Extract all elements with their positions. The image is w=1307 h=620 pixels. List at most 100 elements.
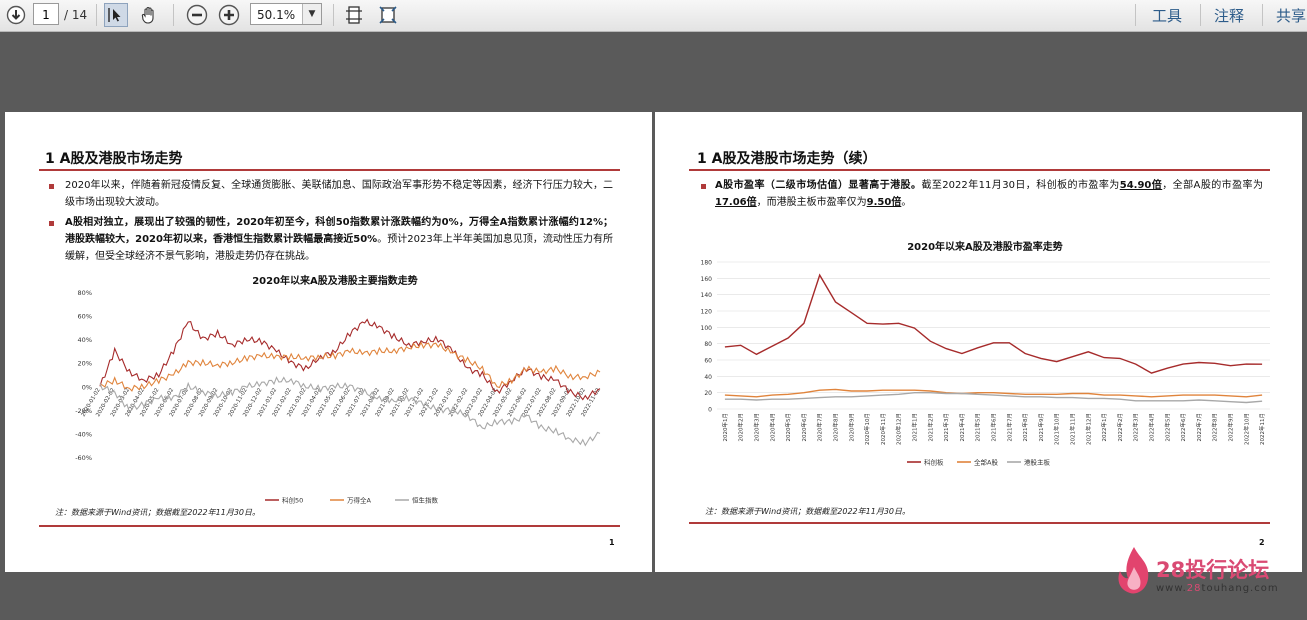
y-tick-label: 40 <box>704 374 712 381</box>
paragraph-text: 截至2022年11月30日，科创板的市盈率为 <box>921 180 1120 191</box>
chart-title: 2020年以来A股及港股市盈率走势 <box>907 242 1063 253</box>
url-part: www. <box>1156 583 1187 594</box>
page-number-input[interactable]: 1 <box>33 3 59 25</box>
x-tick-label: 2020年3月 <box>753 413 761 442</box>
zoom-out-icon[interactable] <box>185 3 209 27</box>
legend-label: 恒生指数 <box>412 496 439 505</box>
x-tick-label: 2021年6月 <box>990 413 998 442</box>
source-note: 注：数据来源于Wind资讯；数据截至2022年11月30日。 <box>705 507 910 516</box>
pdf-page-1: 1 A股及港股市场走势 2020年以来，伴随着新冠疫情反复、全球通货膨胀、美联储… <box>5 112 652 572</box>
y-tick-label: 80 <box>704 341 712 348</box>
x-tick-label: 2021年1月 <box>911 413 919 442</box>
url-part: touhang.com <box>1201 583 1279 594</box>
forum-watermark: 28投行论坛 www.28touhang.com <box>1112 545 1307 615</box>
brand-url: www.28touhang.com <box>1156 583 1279 594</box>
paragraph-lead: A股市盈率（二级市场估值）显著高于港股。 <box>715 180 922 191</box>
x-tick-label: 2022年2月 <box>1116 413 1124 442</box>
zoom-select[interactable]: 50.1% ▼ <box>250 3 322 25</box>
x-tick-label: 2020年4月 <box>768 413 776 442</box>
paragraph-text: ，全部A股的市盈率为 <box>1162 180 1263 191</box>
chart-title: 2020年以来A股及港股主要指数走势 <box>252 276 418 287</box>
x-tick-label: 2021年12月 <box>1084 413 1092 445</box>
x-tick-label: 2022年3月 <box>1132 413 1140 442</box>
y-tick-label: 60% <box>78 313 92 321</box>
toolbar-divider <box>1200 4 1201 26</box>
x-tick-label: 2021年4月 <box>958 413 966 442</box>
paragraph-text: ，而港股主板市盈率仅为 <box>756 197 867 208</box>
x-tick-label: 2022年9月 <box>1227 413 1235 442</box>
bullet-marker <box>49 184 54 189</box>
x-tick-label: 2020年11月 <box>879 413 887 445</box>
legend-label: 万得全A <box>347 496 372 505</box>
x-tick-label: 2021年8月 <box>1021 413 1029 442</box>
x-tick-label: 2020年1月 <box>721 413 729 442</box>
pdf-page-2: 1 A股及港股市场走势（续） A股市盈率（二级市场估值）显著高于港股。截至202… <box>655 112 1302 572</box>
pe-star-market: 54.90倍 <box>1119 180 1163 191</box>
series-line-2 <box>724 391 1263 404</box>
next-page-icon[interactable] <box>4 3 28 27</box>
fit-page-icon[interactable] <box>342 3 366 27</box>
x-tick-label: 2021年2月 <box>926 413 934 442</box>
x-tick-label: 2020年5月 <box>784 413 792 442</box>
footer-divider <box>689 522 1270 524</box>
title-divider <box>39 169 620 171</box>
legend-label: 科创板 <box>924 458 944 467</box>
y-tick-label: -40% <box>75 430 92 438</box>
x-tick-label: 2021年5月 <box>974 413 982 442</box>
page-number: 1 <box>609 538 615 547</box>
legend-label: 全部A股 <box>974 458 998 467</box>
paragraph-2-lead: A股相对独立，展现出了较强的韧性， <box>65 217 237 228</box>
zoom-value: 50.1% <box>257 8 296 22</box>
pe-ratio-chart: 0 20 40 60 80 100 120 140 160 180 2020年1月 2020年2月 20… <box>701 260 1270 467</box>
legend-label: 科创50 <box>282 496 303 505</box>
toolbar-divider <box>333 4 334 26</box>
x-tick-label: 2022年5月 <box>1163 413 1171 442</box>
y-tick-label: 100 <box>701 325 713 332</box>
legend-label: 港股主板 <box>1024 458 1051 467</box>
index-performance-chart: 80%60%40%20%0%-20%-40%-60%2020-01-022020… <box>75 289 602 505</box>
x-tick-label: 2020年9月 <box>847 413 855 442</box>
x-tick-label: 2022年8月 <box>1211 413 1219 442</box>
x-tick-label: 2020年10月 <box>863 413 871 445</box>
pe-hk-main-board: 9.50倍 <box>866 197 902 208</box>
bullet-marker <box>49 221 54 226</box>
y-tick-label: 0% <box>82 383 92 391</box>
x-tick-label: 2022年4月 <box>1148 413 1156 442</box>
y-tick-label: 120 <box>701 309 713 316</box>
x-tick-label: 2021年11月 <box>1069 413 1077 445</box>
x-tick-label: 2020年7月 <box>816 413 824 442</box>
x-tick-label: 2021年3月 <box>942 413 950 442</box>
x-tick-label: 2021年9月 <box>1037 413 1045 442</box>
acrobat-toolbar: 1 / 14 50.1% ▼ 工具 注释 共享 <box>0 0 1307 32</box>
hand-tool-icon[interactable] <box>137 3 161 27</box>
comment-menu[interactable]: 注释 <box>1214 5 1244 26</box>
tools-menu[interactable]: 工具 <box>1152 5 1182 26</box>
y-tick-label: -60% <box>75 454 92 462</box>
paragraph-1: A股市盈率（二级市场估值）显著高于港股。截至2022年11月30日，科创板的市盈… <box>715 177 1263 211</box>
flame-logo-icon <box>1118 547 1149 594</box>
x-tick-label: 2022年10月 <box>1242 413 1250 445</box>
x-tick-label: 2020年8月 <box>832 413 840 442</box>
toolbar-divider <box>1135 4 1136 26</box>
x-tick-label: 2022年7月 <box>1195 413 1203 442</box>
pe-all-a-shares: 17.06倍 <box>715 197 757 208</box>
paragraph-text: 。 <box>901 197 912 208</box>
chevron-down-icon[interactable]: ▼ <box>302 4 321 24</box>
page-title: 1 A股及港股市场走势 <box>45 151 183 167</box>
paragraph-1: 2020年以来，伴随着新冠疫情反复、全球通货膨胀、美联储加息、国际政治军事形势不… <box>65 180 613 208</box>
select-tool-icon[interactable] <box>104 3 128 27</box>
x-tick-label: 2022年6月 <box>1179 413 1187 442</box>
x-tick-label: 2022年11月 <box>1258 413 1266 445</box>
zoom-in-icon[interactable] <box>217 3 241 27</box>
y-tick-label: 160 <box>701 276 713 283</box>
url-part: 28 <box>1186 583 1202 594</box>
y-tick-label: 0 <box>708 407 712 414</box>
x-tick-label: 2021年10月 <box>1053 413 1061 445</box>
series-line-0 <box>724 273 1263 374</box>
title-divider <box>689 169 1270 171</box>
y-tick-label: 60 <box>704 358 712 365</box>
fit-width-icon[interactable] <box>376 3 400 27</box>
y-tick-label: 80% <box>78 289 92 297</box>
share-menu[interactable]: 共享 <box>1276 5 1306 26</box>
y-tick-label: 180 <box>701 260 713 267</box>
